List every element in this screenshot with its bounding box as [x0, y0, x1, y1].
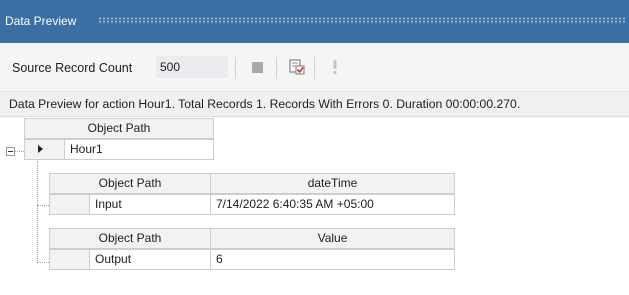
- validate-button[interactable]: [322, 55, 348, 79]
- expander-minus-icon[interactable]: [6, 147, 15, 156]
- tree-connector: [37, 205, 49, 207]
- stop-button[interactable]: [244, 55, 270, 79]
- row-selector[interactable]: [24, 139, 65, 160]
- tree-connector: [15, 151, 24, 153]
- row-selector[interactable]: [49, 249, 90, 270]
- panel-title: Data Preview: [5, 14, 77, 28]
- toolbar-separator: [276, 57, 277, 79]
- preview-button[interactable]: [284, 55, 310, 79]
- root-row-value[interactable]: Hour1: [64, 139, 214, 160]
- child-row-value[interactable]: 6: [210, 249, 455, 270]
- child-header-value[interactable]: Value: [210, 228, 455, 249]
- status-bar: Data Preview for action Hour1. Total Rec…: [0, 92, 629, 117]
- toolbar: Source Record Count: [0, 43, 629, 92]
- child-row-object-path[interactable]: Input: [89, 194, 211, 215]
- source-record-count-input[interactable]: [156, 56, 228, 78]
- child-row-datetime[interactable]: 7/14/2022 6:40:35 AM +05:00: [210, 194, 455, 215]
- toolbar-separator: [235, 57, 236, 79]
- status-text: Data Preview for action Hour1. Total Rec…: [9, 97, 521, 111]
- tree-line: [37, 161, 39, 263]
- panel-titlebar: Data Preview: [0, 0, 629, 43]
- stop-icon: [251, 61, 263, 73]
- row-selector[interactable]: [49, 194, 90, 215]
- grid-header-object-path[interactable]: Object Path: [24, 118, 214, 139]
- row-current-arrow-icon: [38, 145, 43, 153]
- child-header-object-path[interactable]: Object Path: [49, 228, 211, 249]
- preview-check-icon: [289, 59, 305, 75]
- toolbar-separator: [314, 57, 315, 79]
- exclamation-icon: [333, 60, 337, 74]
- title-grip: [98, 17, 627, 24]
- child-row-object-path[interactable]: Output: [89, 249, 211, 270]
- source-record-count-label: Source Record Count: [12, 61, 133, 75]
- child-header-datetime[interactable]: dateTime: [210, 173, 455, 194]
- child-header-object-path[interactable]: Object Path: [49, 173, 211, 194]
- tree-connector: [37, 262, 49, 264]
- data-grid: Object Path Hour1 Object Path dateTime I…: [0, 116, 629, 295]
